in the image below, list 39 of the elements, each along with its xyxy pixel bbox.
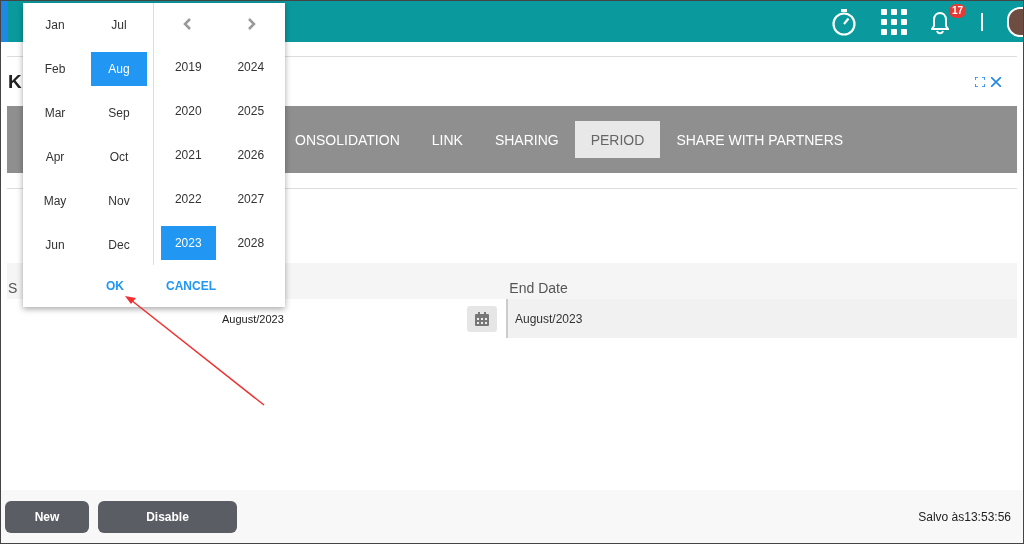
end-date-field[interactable]: August/2023 (506, 299, 1017, 338)
month-option[interactable]: Jan (27, 8, 83, 42)
apps-grid-icon[interactable] (881, 8, 907, 35)
save-status: Salvo às13:53:56 (918, 509, 1011, 524)
chevron-right-icon[interactable] (248, 18, 257, 30)
year-option[interactable]: 2021 (161, 138, 216, 172)
dialog-title: K (8, 70, 22, 93)
year-option[interactable]: 2022 (161, 182, 216, 216)
year-option[interactable]: 2025 (223, 94, 278, 128)
month-option[interactable]: Mar (27, 96, 83, 130)
year-option[interactable]: 2028 (223, 226, 278, 260)
calendar-button[interactable] (467, 305, 497, 332)
month-option[interactable]: Jul (91, 8, 147, 42)
year-option[interactable]: 2027 (223, 182, 278, 216)
tab[interactable]: PERIOD (574, 121, 661, 158)
footer-button[interactable]: New (5, 500, 89, 533)
month-option[interactable]: Nov (91, 184, 147, 218)
year-option[interactable]: 2019 (161, 50, 216, 84)
calendar-icon (475, 311, 489, 326)
expand-icon[interactable] (975, 76, 985, 87)
bell-icon[interactable] (931, 11, 949, 35)
year-option[interactable]: 2026 (223, 138, 278, 172)
side-strip (1, 1, 8, 42)
month-option[interactable]: Oct (91, 140, 147, 174)
month-option[interactable]: Feb (27, 52, 83, 86)
field-label: End Date (509, 280, 568, 298)
month-option[interactable]: Sep (91, 96, 147, 130)
field-label: S (8, 280, 18, 298)
year-option[interactable]: 2024 (223, 50, 278, 84)
year-option[interactable]: 2020 (161, 94, 216, 128)
chevron-left-icon[interactable] (182, 18, 191, 30)
month-option[interactable]: Dec (91, 228, 147, 262)
month-option[interactable]: Jun (27, 228, 83, 262)
month-option[interactable]: May (27, 184, 83, 218)
stopwatch-icon[interactable] (831, 7, 857, 36)
month-option[interactable]: Apr (27, 140, 83, 174)
notification-badge: 17 (949, 3, 967, 18)
close-icon[interactable] (991, 76, 1001, 87)
footer-button[interactable]: Disable (98, 500, 237, 533)
